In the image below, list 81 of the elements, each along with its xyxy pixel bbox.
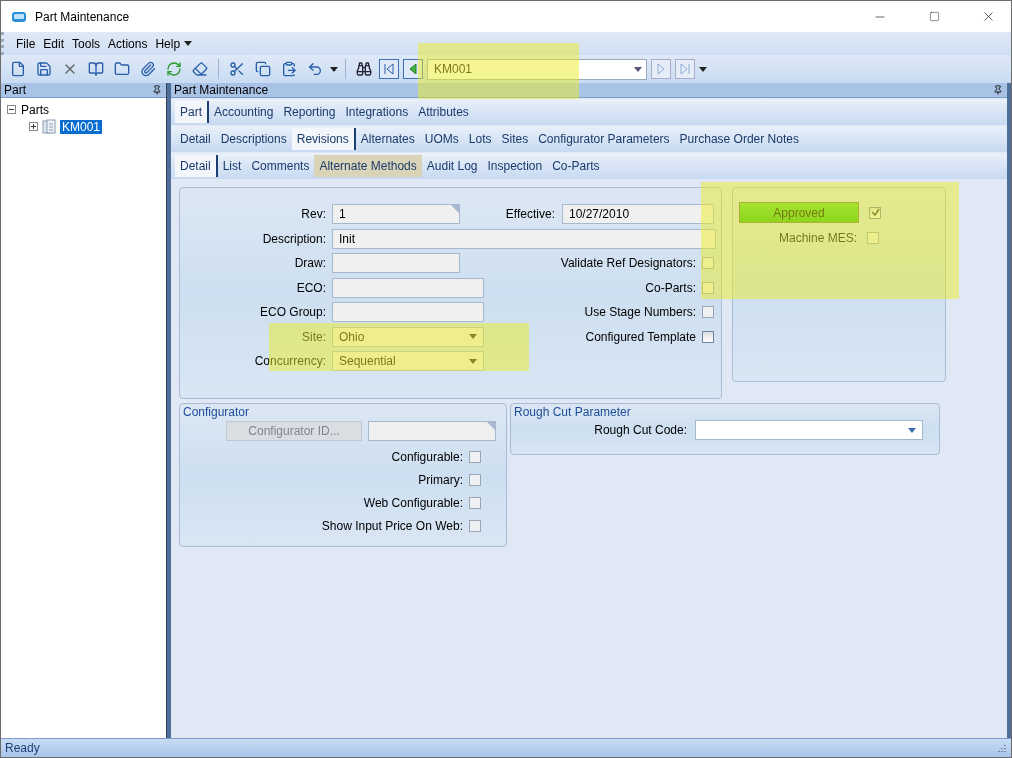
tree-item[interactable]: KM001 — [60, 119, 103, 134]
tab[interactable]: Sites — [496, 128, 534, 150]
checkbox[interactable] — [702, 330, 714, 343]
field-label: Draw: — [293, 256, 326, 271]
tab[interactable]: Audit Log — [421, 155, 483, 177]
tab[interactable]: Alternate Methods — [314, 155, 422, 177]
maximize-icon[interactable] — [928, 11, 940, 22]
status-text: Ready — [5, 741, 40, 755]
tab[interactable]: Reporting — [278, 101, 341, 123]
pane-title: Part — [4, 83, 26, 97]
collapse-icon[interactable] — [7, 105, 16, 114]
field-label: Effective: — [505, 207, 555, 222]
app-icon — [11, 9, 27, 24]
field-label: Rev: — [300, 207, 326, 222]
dropdown[interactable]: Ohio — [332, 326, 484, 347]
checkbox-label: Configurable: — [390, 449, 463, 464]
resize-grip-icon[interactable] — [997, 743, 1007, 753]
first-record-button[interactable] — [379, 59, 399, 79]
checkbox-label: Show Input Price On Web: — [320, 518, 463, 533]
field-label: ECO Group: — [258, 305, 326, 320]
description-field[interactable]: Init — [332, 228, 716, 249]
caret-icon[interactable] — [699, 66, 707, 72]
tab[interactable]: Lots — [463, 128, 497, 150]
record-field[interactable]: KM001 — [427, 58, 647, 80]
group-title: Configurator — [183, 405, 251, 419]
tab[interactable]: Configurator Parameters — [533, 128, 675, 150]
checkbox-label: Primary: — [417, 472, 463, 487]
pin-icon[interactable] — [152, 85, 162, 95]
tab[interactable]: Detail — [175, 155, 218, 177]
tab[interactable]: List — [217, 155, 247, 177]
checkbox-label: Use Stage Numbers: — [583, 305, 696, 320]
checkbox[interactable] — [869, 206, 881, 219]
pane-title: Part Maintenance — [174, 83, 269, 97]
menu-item[interactable]: Actions — [104, 36, 152, 51]
previous-record-button[interactable] — [403, 59, 423, 79]
tab[interactable]: Co-Parts — [547, 155, 605, 177]
input-field[interactable] — [368, 421, 496, 441]
field-label: Rough Cut Code: — [594, 423, 687, 437]
dropdown[interactable]: Sequential — [332, 351, 484, 372]
tab[interactable]: Revisions — [291, 128, 356, 150]
last-icon[interactable] — [680, 63, 690, 75]
first-icon[interactable] — [384, 63, 394, 75]
tab[interactable]: Comments — [246, 155, 315, 177]
field-label: Description: — [261, 231, 326, 246]
tab[interactable]: Alternates — [355, 128, 420, 150]
checkbox-label: Validate Ref Designators: — [559, 256, 696, 271]
tab[interactable]: Purchase Order Notes — [674, 128, 804, 150]
tab[interactable]: Attributes — [413, 101, 474, 123]
caret-icon[interactable] — [634, 66, 642, 72]
document-icon — [41, 118, 57, 135]
window-title: Part Maintenance — [35, 9, 131, 24]
input-field[interactable] — [332, 302, 484, 323]
field-label: Site: — [301, 329, 326, 344]
date-field[interactable]: 10/27/2010 — [562, 204, 714, 225]
checkbox-label: Web Configurable: — [362, 495, 463, 510]
tab[interactable]: Accounting — [209, 101, 279, 123]
tab[interactable]: Inspection — [482, 155, 548, 177]
tab[interactable]: Part — [175, 101, 209, 123]
checkbox-label: Machine MES: — [779, 231, 858, 245]
rev-field[interactable]: 1 — [332, 204, 460, 225]
checkbox-label: Co-Parts: — [644, 280, 696, 295]
field-label: ECO: — [295, 280, 326, 295]
input-field[interactable] — [332, 253, 460, 274]
pin-icon[interactable] — [993, 85, 1003, 95]
tab[interactable]: Integrations — [340, 101, 414, 123]
checkbox-label: Configured Template — [584, 329, 696, 344]
menu-item[interactable]: Tools — [68, 36, 105, 51]
menu-item[interactable]: Help — [151, 36, 185, 51]
input-field[interactable] — [332, 277, 484, 298]
next-icon[interactable] — [656, 63, 666, 75]
menu-item[interactable]: Edit — [39, 36, 69, 51]
menu-item[interactable]: File — [12, 36, 40, 51]
caret-icon[interactable] — [184, 41, 193, 46]
tab[interactable]: UOMs — [419, 128, 464, 150]
expand-icon[interactable] — [29, 122, 38, 131]
tree-item[interactable]: Parts — [19, 102, 51, 117]
group-title: Rough Cut Parameter — [514, 405, 632, 419]
tab[interactable]: Descriptions — [215, 128, 292, 150]
caret-icon[interactable] — [330, 66, 338, 72]
tab[interactable]: Detail — [175, 128, 216, 150]
next-record-button[interactable] — [651, 59, 671, 79]
